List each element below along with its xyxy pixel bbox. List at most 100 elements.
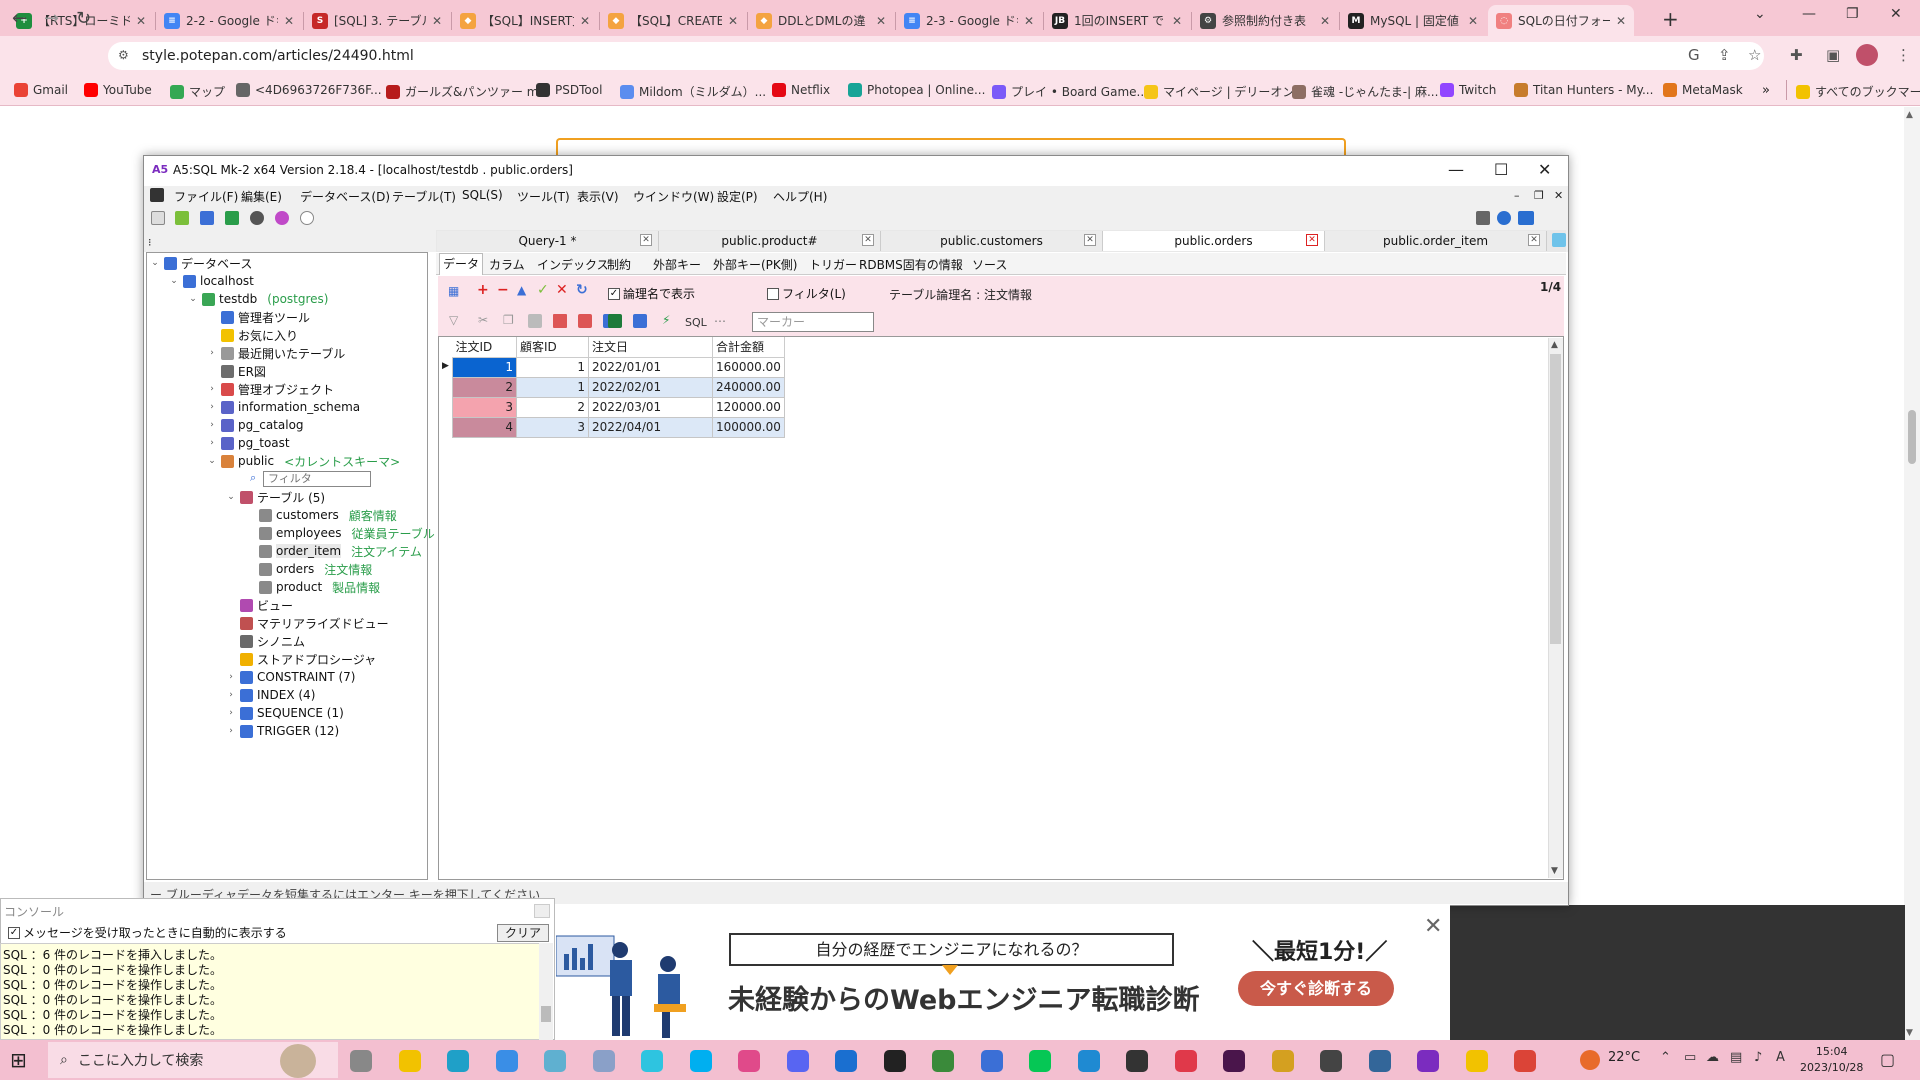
grid-cell[interactable]: 4 <box>452 416 517 438</box>
menu-item[interactable]: 表示(V) <box>577 188 619 205</box>
auto-show-checkbox[interactable]: ✓ メッセージを受け取ったときに自動的に表示する <box>8 924 287 941</box>
bookmark-item[interactable]: 雀魂 -じゃんたま-| 麻... <box>1292 83 1438 100</box>
site-info-icon[interactable]: ⚙ <box>118 48 129 62</box>
grid-cell[interactable]: 3 <box>452 396 517 418</box>
grid-cell[interactable]: 240000.00 <box>712 376 785 398</box>
tree-node[interactable]: › SEQUENCE (1) <box>226 705 344 721</box>
app-icon[interactable] <box>544 1050 566 1072</box>
bookmark-star-icon[interactable]: ☆ <box>1748 46 1761 64</box>
close-window-button[interactable]: ✕ <box>1890 6 1902 22</box>
expand-icon[interactable]: › <box>226 708 236 718</box>
grid-cell[interactable]: 2 <box>452 376 517 398</box>
menu-item[interactable]: ヘルプ(H) <box>773 188 827 205</box>
move-up-icon[interactable]: ▲ <box>517 283 526 297</box>
tree-node[interactable]: お気に入り <box>207 327 298 343</box>
app-icon[interactable] <box>835 1050 857 1072</box>
expand-icon[interactable]: › <box>207 438 217 448</box>
new-icon[interactable] <box>151 211 165 225</box>
show-logical-checkbox[interactable]: ✓ 論理名で表示 <box>608 285 695 302</box>
editor-tab[interactable]: Query-1 * ✕ <box>437 231 659 251</box>
keyboard-icon[interactable] <box>1518 211 1534 225</box>
sub-tab[interactable]: ソース <box>969 256 1010 273</box>
tree-node[interactable]: › pg_toast <box>207 435 289 451</box>
editor-tab-close-icon[interactable]: ✕ <box>1306 234 1318 246</box>
google-icon[interactable]: G <box>1688 46 1700 64</box>
browser-tab[interactable]: ◆ DDLとDMLの違 ✕ <box>748 5 894 36</box>
tab-close-icon[interactable]: ✕ <box>136 14 146 28</box>
tree-node[interactable]: ⌄ データベース <box>150 255 252 271</box>
database-icon[interactable] <box>200 211 214 225</box>
tree-node[interactable]: product 製品情報 <box>245 579 380 595</box>
vscode-icon[interactable] <box>1077 1050 1100 1072</box>
filter-checkbox[interactable]: フィルタ(L) <box>767 285 846 302</box>
calendar-icon[interactable]: ▦ <box>448 284 459 298</box>
tree-node[interactable]: order_item 注文アイテム <box>245 543 422 559</box>
start-button[interactable]: ⊞ <box>10 1048 27 1072</box>
network-icon[interactable]: ▤ <box>1730 1050 1742 1065</box>
profile-avatar[interactable] <box>1856 44 1878 66</box>
bookmark-item[interactable]: Twitch <box>1440 83 1496 97</box>
page-scrollbar[interactable] <box>1904 107 1920 1042</box>
console-scrollbar[interactable] <box>539 943 553 1040</box>
github-icon[interactable] <box>1126 1050 1148 1072</box>
collapse-icon[interactable]: ⌄ <box>207 456 217 466</box>
editor-tab-close-icon[interactable]: ✕ <box>1084 234 1096 246</box>
pivot-icon[interactable] <box>633 314 647 328</box>
chrome-icon[interactable] <box>1514 1050 1536 1072</box>
ad-cta-button[interactable]: 今すぐ診断する <box>1238 971 1394 1006</box>
menu-item[interactable]: 編集(E) <box>241 188 282 205</box>
plugin-icon[interactable] <box>275 211 289 225</box>
line-icon[interactable] <box>1029 1050 1051 1072</box>
tree-node[interactable]: › INDEX (4) <box>226 687 315 703</box>
reload-icon[interactable]: ↻ <box>76 8 91 29</box>
itunes-icon[interactable] <box>738 1050 760 1072</box>
scroll-up-icon[interactable]: ▲ <box>1906 110 1913 120</box>
new-tab-button[interactable]: + <box>1662 7 1679 31</box>
grid-cell[interactable]: 2022/04/01 <box>588 416 713 438</box>
a5-close-button[interactable]: ✕ <box>1538 160 1551 179</box>
tray-overflow-icon[interactable]: ⌃ <box>1660 1050 1671 1065</box>
grid-scroll-thumb[interactable] <box>1550 354 1561 644</box>
table-row[interactable]: 1 1 2022/01/01 160000.00 <box>452 356 785 378</box>
tab-list-icon[interactable] <box>1552 233 1566 247</box>
tree-node[interactable]: マテリアライズドビュー <box>226 615 389 631</box>
tree-node[interactable]: 管理者ツール <box>207 309 310 325</box>
mdi-restore-button[interactable]: ❐ <box>1534 189 1544 202</box>
menu-item[interactable]: ウインドウ(W) <box>633 188 714 205</box>
bookmark-item[interactable]: Netflix <box>772 83 830 97</box>
console-clear-button[interactable]: クリア <box>497 924 549 942</box>
table-row[interactable]: 4 3 2022/04/01 100000.00 <box>452 416 785 438</box>
table-icon[interactable] <box>225 211 239 225</box>
expand-icon[interactable]: › <box>226 672 236 682</box>
help-icon[interactable] <box>1497 211 1511 225</box>
browser-tab[interactable]: M MySQL | 固定値 ✕ <box>1340 5 1486 36</box>
tab-close-icon[interactable]: ✕ <box>728 14 738 28</box>
tab-close-icon[interactable]: ✕ <box>580 14 590 28</box>
tab-close-icon[interactable]: ✕ <box>1468 14 1478 28</box>
tree-node[interactable]: ⌄ テーブル (5) <box>226 489 325 505</box>
mdi-minimize-button[interactable]: – <box>1514 189 1520 202</box>
grid-cell[interactable]: 3 <box>516 416 589 438</box>
tree-node[interactable]: ビュー <box>226 597 293 613</box>
app-icon[interactable] <box>1320 1050 1342 1072</box>
skype-icon[interactable] <box>689 1050 712 1072</box>
grid-cell[interactable]: 160000.00 <box>712 356 785 378</box>
tree-filter-input[interactable] <box>263 471 371 487</box>
sub-tab[interactable]: カラム <box>486 256 528 273</box>
tree-node[interactable]: ER図 <box>207 363 266 379</box>
marker-input[interactable]: マーカー <box>752 312 874 332</box>
menu-item[interactable]: ファイル(F) <box>174 188 238 205</box>
tab-close-icon[interactable]: ✕ <box>432 14 442 28</box>
device-icon[interactable]: ▭ <box>1684 1050 1696 1065</box>
grid-cell[interactable]: 1 <box>516 356 589 378</box>
ime-indicator[interactable]: A <box>1776 1050 1785 1065</box>
table-row[interactable]: 3 2 2022/03/01 120000.00 <box>452 396 785 418</box>
terminal-icon[interactable] <box>883 1050 906 1072</box>
tree-node[interactable]: ストアドプロシージャ <box>226 651 376 667</box>
share-icon[interactable]: ⇪ <box>1718 46 1731 64</box>
tab-close-icon[interactable]: ✕ <box>1172 14 1182 28</box>
minecraft-icon[interactable] <box>932 1050 954 1072</box>
editor-tab[interactable]: public.product# ✕ <box>659 231 881 251</box>
menu-item[interactable]: SQL(S) <box>462 188 503 202</box>
tree-node[interactable]: ⌄ localhost <box>169 273 254 289</box>
